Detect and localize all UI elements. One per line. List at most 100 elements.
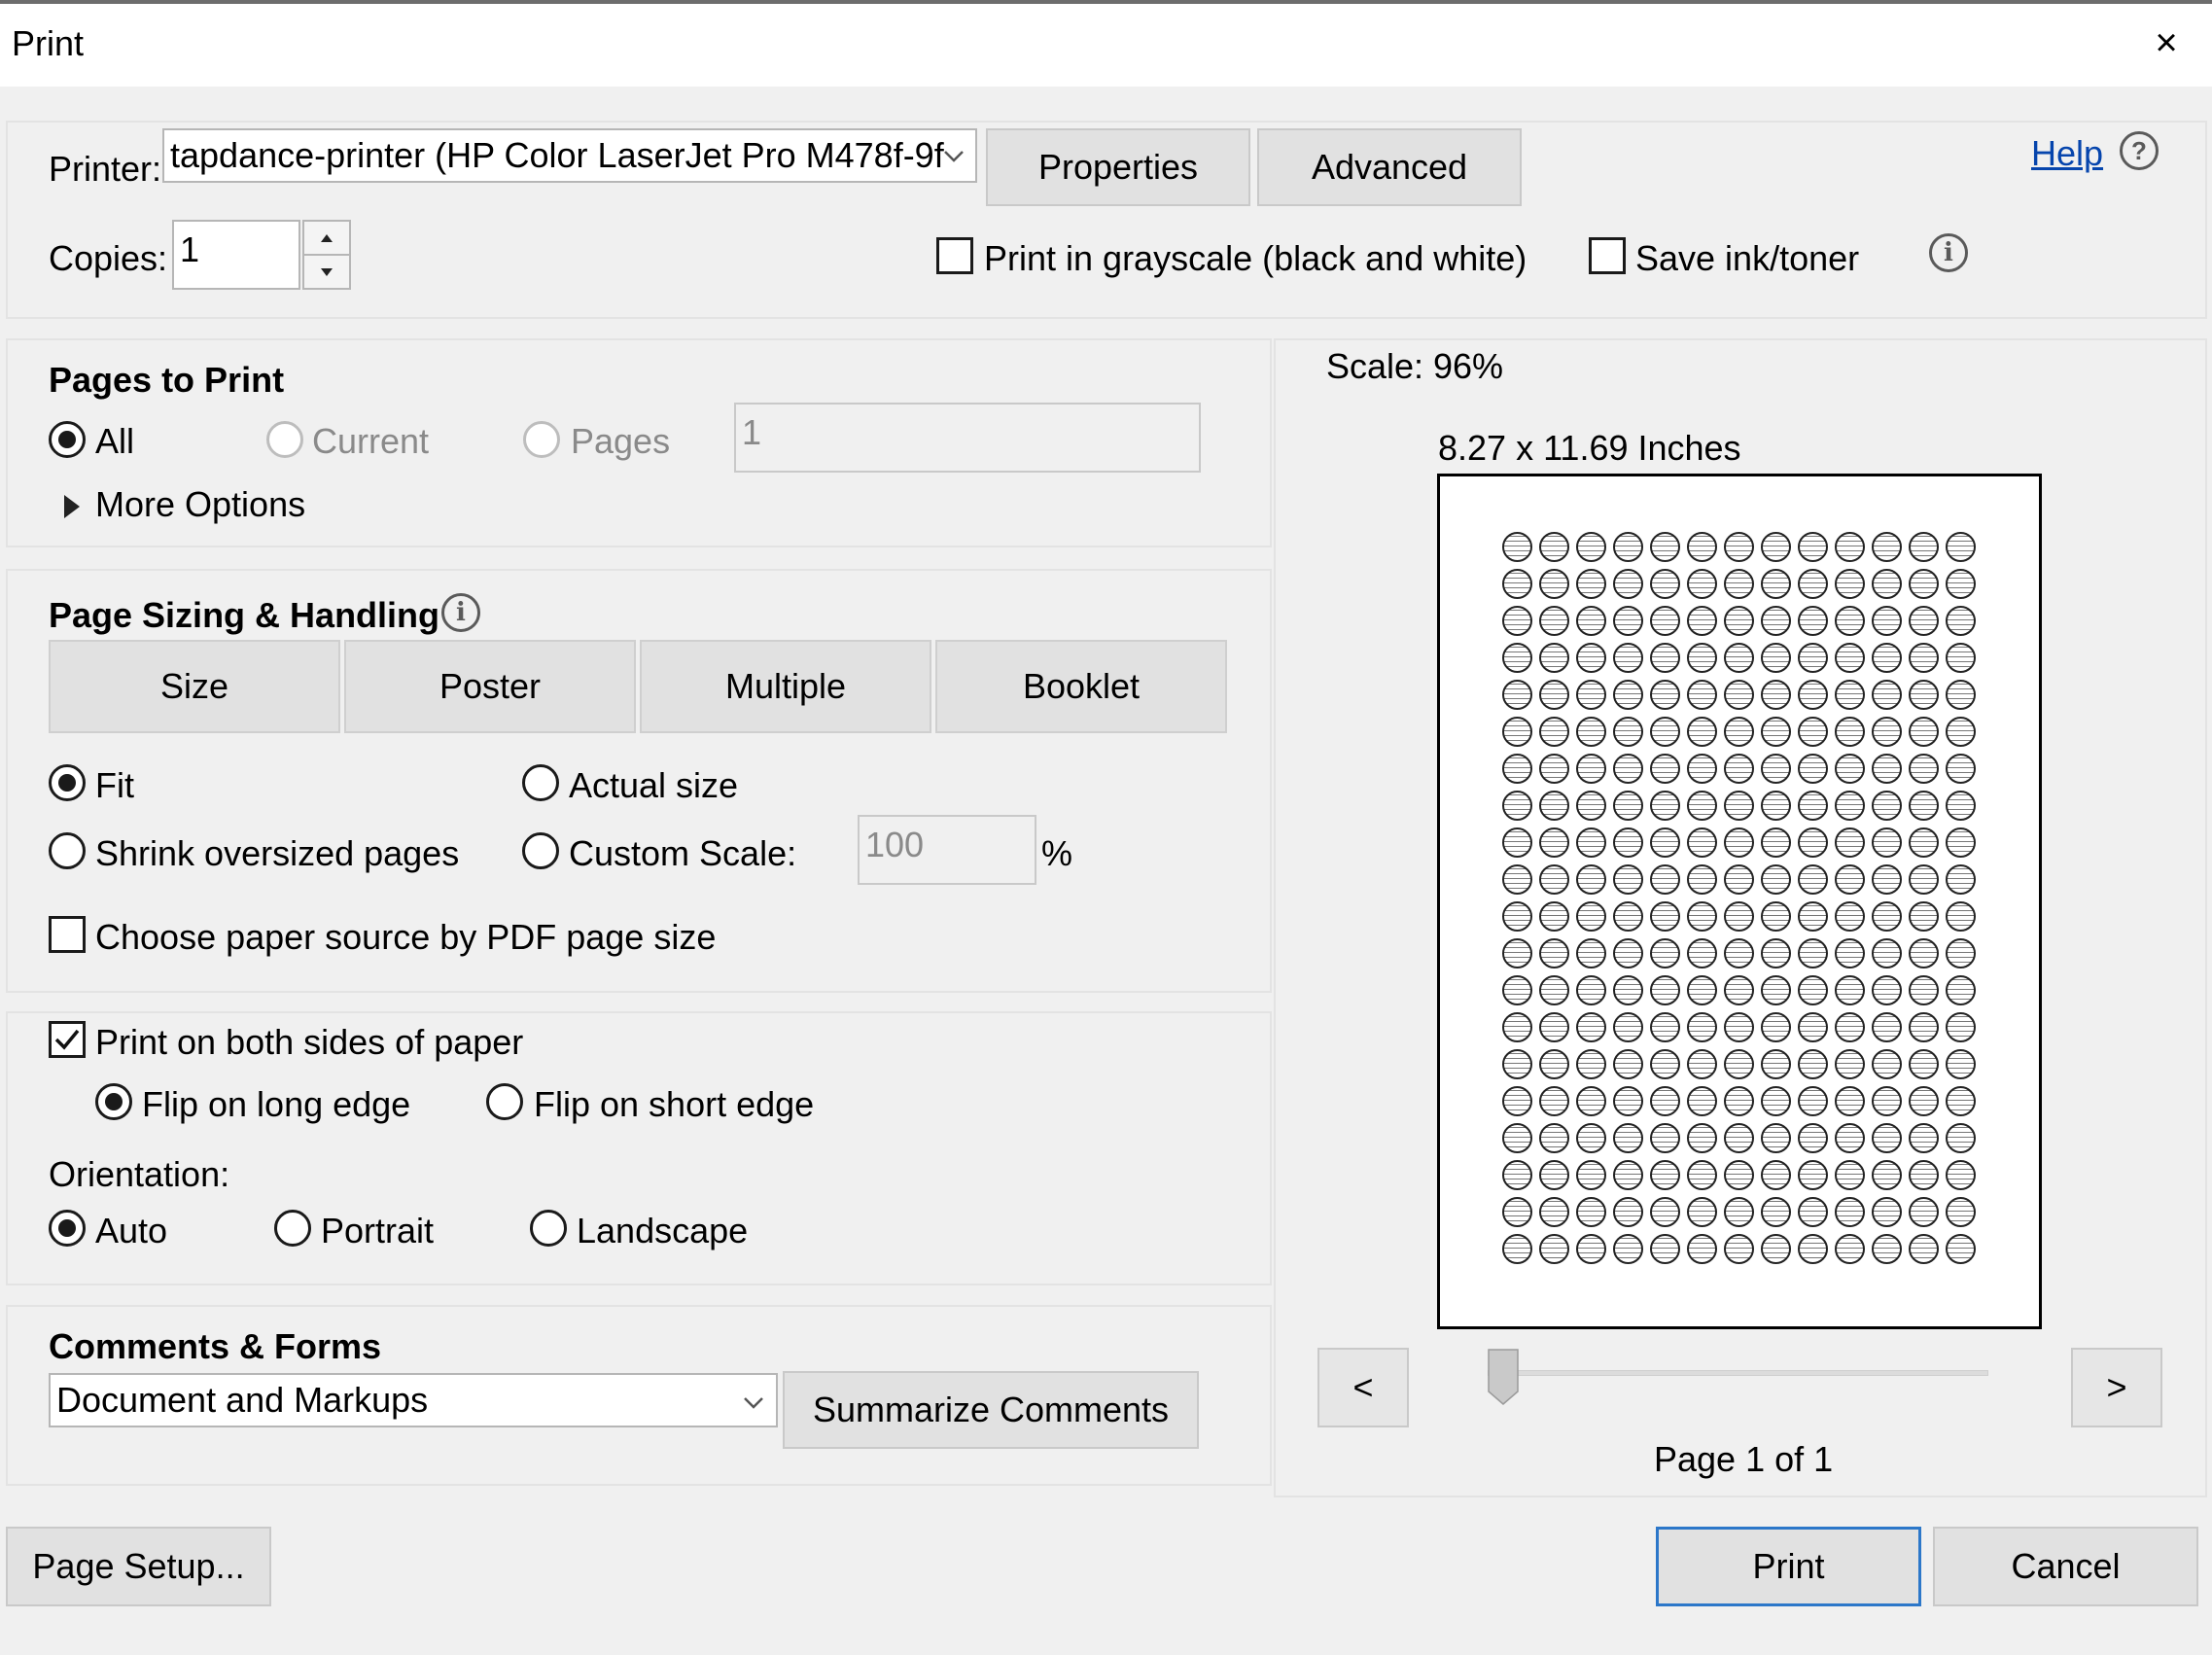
- preview-label-mark: [1613, 532, 1643, 562]
- preview-label-mark: [1613, 791, 1643, 821]
- all-radio[interactable]: [49, 421, 86, 458]
- portrait-radio[interactable]: [274, 1210, 311, 1247]
- window-title: Print: [12, 23, 85, 63]
- long-edge-radio[interactable]: [95, 1083, 132, 1120]
- preview-label-mark: [1946, 643, 1976, 673]
- help-icon[interactable]: ?: [2120, 131, 2159, 170]
- custom-scale-radio[interactable]: [522, 832, 559, 869]
- preview-label-mark: [1687, 901, 1717, 932]
- preview-label-mark: [1539, 606, 1569, 636]
- preview-label-mark: [1761, 606, 1791, 636]
- prev-page-button[interactable]: <: [1317, 1348, 1409, 1427]
- preview-label-mark: [1835, 791, 1865, 821]
- printer-select-value: tapdance-printer (HP Color LaserJet Pro …: [170, 135, 944, 175]
- preview-label-mark: [1502, 975, 1532, 1005]
- preview-label-mark: [1798, 643, 1828, 673]
- preview-label-mark: [1650, 569, 1680, 599]
- preview-label-mark: [1798, 1160, 1828, 1190]
- preview-label-mark: [1761, 1012, 1791, 1042]
- custom-scale-input[interactable]: 100: [858, 815, 1036, 885]
- preview-label-mark: [1502, 680, 1532, 710]
- preview-label-mark: [1724, 754, 1754, 784]
- fit-label: Fit: [95, 765, 134, 805]
- preview-label-mark: [1613, 1160, 1643, 1190]
- page-setup-button[interactable]: Page Setup...: [6, 1527, 271, 1606]
- preview-label-mark: [1650, 754, 1680, 784]
- preview-label-mark: [1576, 1086, 1606, 1116]
- preview-label-mark: [1909, 1049, 1939, 1079]
- current-radio[interactable]: [266, 421, 303, 458]
- copies-input[interactable]: 1: [172, 220, 300, 290]
- info-icon[interactable]: i: [1929, 233, 1968, 272]
- preview-label-mark: [1872, 606, 1902, 636]
- grayscale-checkbox[interactable]: [936, 237, 973, 274]
- both-sides-checkbox[interactable]: [49, 1021, 86, 1058]
- preview-label-mark: [1539, 901, 1569, 932]
- help-link[interactable]: Help: [2031, 133, 2103, 174]
- preview-label-mark: [1502, 1160, 1532, 1190]
- preview-label-mark: [1687, 680, 1717, 710]
- preview-label-mark: [1724, 791, 1754, 821]
- current-label: Current: [312, 421, 430, 461]
- landscape-radio[interactable]: [530, 1210, 567, 1247]
- preview-label-mark: [1761, 643, 1791, 673]
- copies-increment[interactable]: [302, 220, 351, 256]
- preview-label-mark: [1946, 1086, 1976, 1116]
- paper-source-checkbox[interactable]: [49, 916, 86, 953]
- properties-button[interactable]: Properties: [986, 128, 1250, 206]
- auto-radio[interactable]: [49, 1210, 86, 1247]
- actual-size-label: Actual size: [569, 765, 739, 805]
- chevron-down-icon[interactable]: [939, 138, 968, 167]
- preview-label-mark: [1946, 606, 1976, 636]
- more-options-toggle[interactable]: More Options: [95, 484, 305, 525]
- triangle-right-icon[interactable]: [62, 488, 82, 518]
- preview-label-mark: [1576, 717, 1606, 747]
- preview-label-mark: [1724, 1123, 1754, 1153]
- tab-multiple[interactable]: Multiple: [640, 640, 931, 733]
- shrink-radio[interactable]: [49, 832, 86, 869]
- chevron-down-icon[interactable]: [739, 1385, 768, 1414]
- tab-poster[interactable]: Poster: [344, 640, 636, 733]
- preview-label-mark: [1909, 532, 1939, 562]
- pages-range-input[interactable]: 1: [734, 403, 1201, 473]
- preview-label-mark: [1835, 1197, 1865, 1227]
- next-page-button[interactable]: >: [2071, 1348, 2162, 1427]
- preview-label-mark: [1946, 975, 1976, 1005]
- pages-radio[interactable]: [523, 421, 560, 458]
- preview-label-mark: [1576, 791, 1606, 821]
- tab-booklet[interactable]: Booklet: [935, 640, 1227, 733]
- preview-label-mark: [1909, 717, 1939, 747]
- preview-label-mark: [1872, 828, 1902, 858]
- page-slider-track[interactable]: [1488, 1370, 1988, 1376]
- preview-label-mark: [1835, 864, 1865, 895]
- preview-label-mark: [1576, 754, 1606, 784]
- preview-label-mark: [1724, 680, 1754, 710]
- print-button[interactable]: Print: [1656, 1527, 1921, 1606]
- printer-select[interactable]: tapdance-printer (HP Color LaserJet Pro …: [162, 128, 977, 183]
- preview-label-mark: [1798, 938, 1828, 968]
- preview-label-mark: [1502, 1049, 1532, 1079]
- page-slider-thumb[interactable]: [1488, 1349, 1519, 1405]
- short-edge-radio[interactable]: [486, 1083, 523, 1120]
- preview-label-mark: [1502, 901, 1532, 932]
- page-preview: [1437, 474, 2042, 1329]
- preview-label-mark: [1946, 569, 1976, 599]
- preview-label-mark: [1761, 1197, 1791, 1227]
- comments-select[interactable]: Document and Markups: [49, 1373, 778, 1427]
- cancel-button[interactable]: Cancel: [1933, 1527, 2198, 1606]
- preview-label-mark: [1539, 1234, 1569, 1264]
- preview-label-mark: [1909, 864, 1939, 895]
- close-icon[interactable]: ×: [2147, 23, 2186, 62]
- chevron-down-icon: [321, 267, 333, 276]
- preview-label-mark: [1539, 754, 1569, 784]
- tab-size[interactable]: Size: [49, 640, 340, 733]
- actual-size-radio[interactable]: [522, 764, 559, 801]
- info-icon[interactable]: i: [441, 593, 480, 632]
- fit-radio[interactable]: [49, 764, 86, 801]
- advanced-button[interactable]: Advanced: [1257, 128, 1522, 206]
- save-toner-checkbox[interactable]: [1589, 237, 1626, 274]
- preview-label-mark: [1502, 754, 1532, 784]
- preview-label-mark: [1798, 1049, 1828, 1079]
- summarize-comments-button[interactable]: Summarize Comments: [783, 1371, 1199, 1449]
- copies-decrement[interactable]: [302, 254, 351, 290]
